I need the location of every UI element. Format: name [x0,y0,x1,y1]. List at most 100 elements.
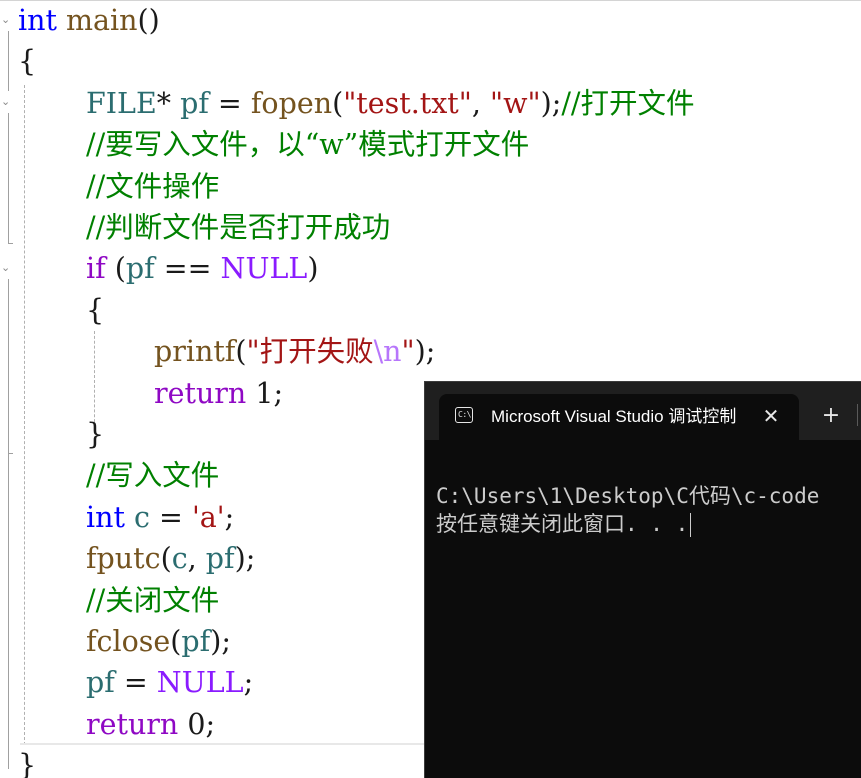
fold-region-line [8,279,9,769]
code-line[interactable]: //文件操作 [86,167,219,207]
code-token: ( [170,625,182,658]
fold-chevron-icon[interactable]: ⌄ [1,14,11,25]
code-line[interactable]: printf("打开失败\n"); [154,332,435,372]
code-token: { [18,45,37,79]
code-line[interactable]: if (pf == NULL) [86,249,318,289]
code-line[interactable]: return 1; [154,374,283,414]
code-token: //要写入文件，以“w”模式打开文件 [86,128,530,162]
code-token: "w" [489,86,541,120]
code-line[interactable]: //写入文件 [86,456,219,496]
code-token: ( [235,335,247,369]
code-line[interactable]: //要写入文件，以“w”模式打开文件 [86,125,529,165]
editor-gutter: ⌄ ⌄ ⌄ [0,1,18,778]
code-line[interactable]: pf = NULL; [86,663,253,703]
code-token: pf [181,625,211,658]
code-token: * [156,86,181,120]
code-token: int [86,500,125,534]
code-line[interactable]: { [18,42,36,82]
code-token: pf [86,666,115,700]
code-token: return [86,707,179,741]
terminal-icon: C:\ [455,407,473,423]
code-token: = [114,666,157,700]
code-line[interactable]: FILE* pf = fopen("test.txt", "w");//打开文件 [86,84,695,124]
code-token: //写入文件 [86,459,220,493]
code-token: = [208,86,251,120]
code-token: " [401,335,415,369]
code-token: 'a' [191,500,225,534]
code-token: int [18,4,57,37]
current-line-highlight [20,743,430,745]
code-token: if [86,252,106,286]
code-token: return [154,376,247,410]
code-token: //打开文件 [561,86,695,120]
code-token: } [86,418,105,451]
code-token: pf [205,542,235,576]
code-token: ; [224,500,235,534]
close-tab-icon[interactable]: ✕ [759,404,783,428]
code-line[interactable]: //判断文件是否打开成功 [86,208,390,248]
code-token: ( [332,86,344,120]
code-line[interactable]: int main() [18,1,160,41]
indent-guide [24,85,25,745]
console-tab-title: Microsoft Visual Studio 调试控制台 [491,407,737,426]
console-output-line: 按任意键关闭此窗口. . . [436,510,692,538]
code-line[interactable]: //关闭文件 [86,581,219,621]
titlebar-separator [857,404,858,426]
code-token: 1; [246,376,284,410]
new-tab-plus-icon[interactable]: + [819,404,843,428]
code-token: "test.txt" [343,86,472,120]
code-token: ( [105,252,126,286]
code-line[interactable]: } [86,415,104,455]
code-line[interactable]: fclose(pf); [86,622,231,662]
code-token: FILE [86,86,157,120]
console-output-line: C:\Users\1\Desktop\C代码\c-code [436,484,820,508]
code-token: ); [414,335,436,369]
code-token: ); [210,625,231,658]
code-token: NULL [156,666,244,700]
code-token: pf [125,252,155,286]
code-token: printf [154,335,236,369]
code-token: //判断文件是否打开成功 [86,211,391,244]
code-line[interactable]: { [86,291,104,331]
code-token: pf [180,86,209,120]
code-token: ); [234,542,256,576]
debug-console-window[interactable]: C:\ Microsoft Visual Studio 调试控制台 ✕ + C:… [424,381,861,778]
code-token: ) [307,252,319,286]
code-line[interactable]: int c = 'a'; [86,498,234,538]
code-token: main [66,4,138,37]
code-token: c [171,542,188,576]
code-token: () [137,4,160,37]
code-token: fopen [250,86,333,120]
code-token: , [471,86,490,120]
code-line[interactable]: fputc(c, pf); [86,539,255,579]
fold-chevron-icon[interactable]: ⌄ [1,262,11,273]
fold-region-end [8,243,13,244]
code-token: fclose [86,625,171,658]
code-token: c [134,500,150,534]
code-token: , [187,542,206,576]
code-token: \n [373,335,402,369]
code-token: 0; [178,707,216,741]
code-line[interactable]: } [18,746,36,778]
console-tab[interactable]: C:\ Microsoft Visual Studio 调试控制台 ✕ [439,394,799,440]
fold-region-end [8,453,13,454]
fold-chevron-icon[interactable]: ⌄ [1,96,11,107]
code-token: fputc [86,542,161,576]
code-token: NULL [220,252,308,286]
code-line[interactable]: return 0; [86,705,215,745]
code-token: } [18,749,37,778]
text-cursor [690,513,692,537]
fold-region-line [8,31,9,91]
indent-guide [94,331,95,427]
code-token: = [149,500,192,534]
code-token: == [154,252,221,286]
fold-region-line [8,113,9,243]
code-token: //文件操作 [86,169,220,203]
console-prompt-text: 按任意键关闭此窗口. . . [436,512,689,536]
code-token: ; [243,666,254,700]
code-token: ( [160,542,172,576]
code-token: ); [540,86,562,120]
console-titlebar[interactable]: C:\ Microsoft Visual Studio 调试控制台 ✕ + [425,382,861,440]
